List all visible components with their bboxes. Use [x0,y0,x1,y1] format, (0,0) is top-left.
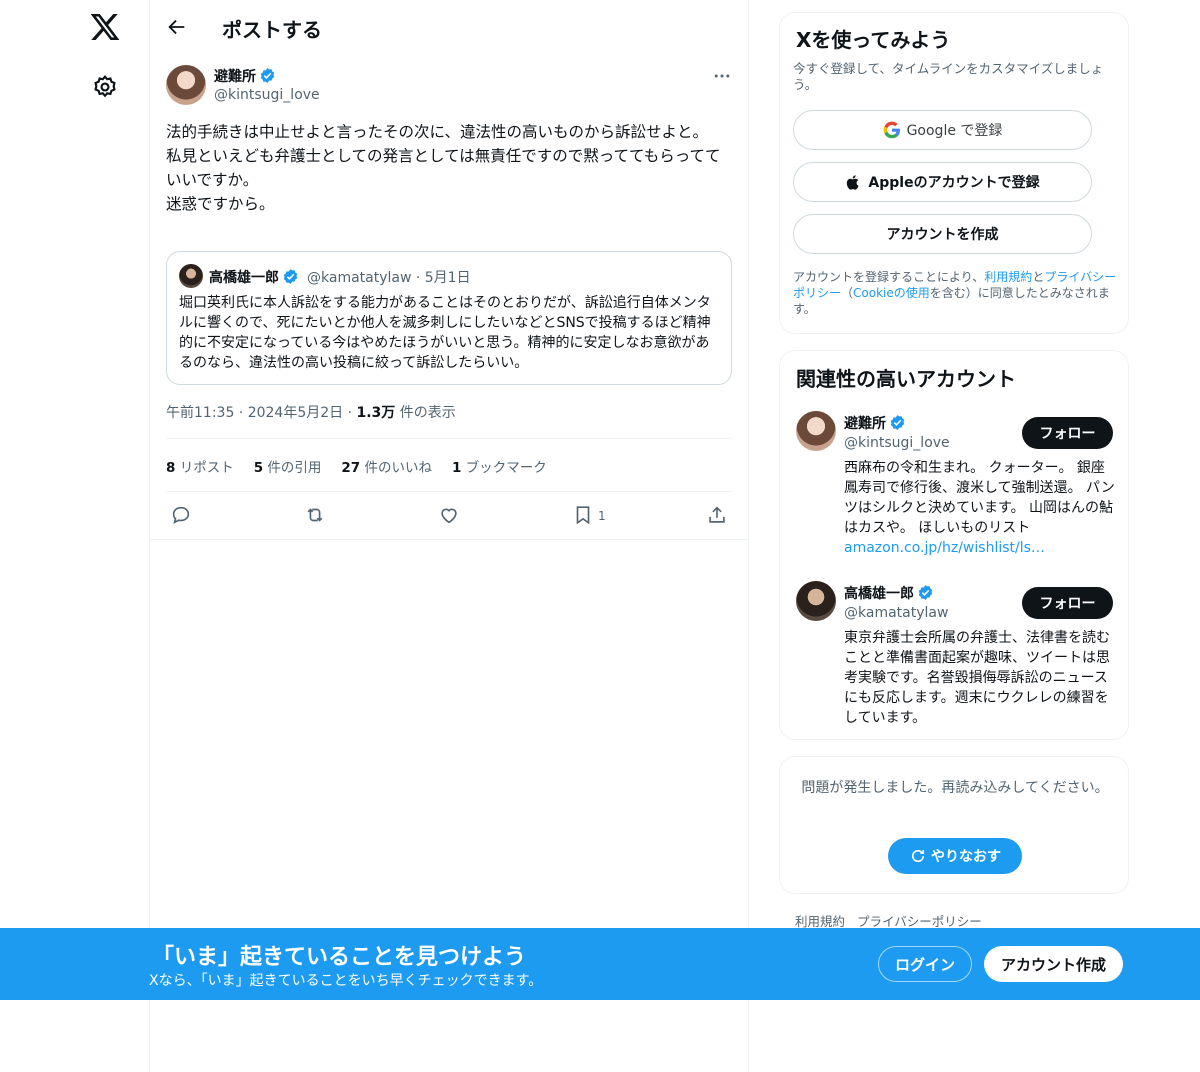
quote-author-name: 高橋雄一郎 [209,267,299,287]
related-accounts-card: 関連性の高いアカウント 避難所 @kintsugi_love フォロー 西麻布の… [779,350,1129,740]
account-handle[interactable]: @kamatatylaw [844,605,948,621]
post-stats: 8 リポスト 5 件の引用 27 件のいいね 1 ブックマーク [166,456,547,476]
account-name[interactable]: 避難所 [844,413,906,433]
cookie-link[interactable]: Cookieの使用 [853,286,930,300]
post-time-date[interactable]: 午前11:35 · 2024年5月2日 · [166,405,357,421]
signup-card: Xを使ってみよう 今すぐ登録して、タイムラインをカスタマイズしましょう。 Goo… [779,12,1129,334]
quoted-post[interactable]: 高橋雄一郎 @kamatatylaw · 5月1日 堀口英利氏に本人訴訟をする能… [166,251,732,385]
error-card: 問題が発生しました。再読み込みしてください。 やりなおす [779,756,1129,894]
create-account-label: アカウントを作成 [886,227,999,243]
divider [166,438,732,439]
signup-title: Xを使ってみよう [796,28,951,52]
follow-button[interactable]: フォロー [1022,417,1113,449]
avatar[interactable] [796,581,836,621]
wishlist-link[interactable]: amazon.co.jp/hz/wishlist/ls… [844,540,1045,556]
quote-avatar [179,264,203,288]
login-banner: 「いま」起きていることを見つけよう Xなら、「いま」起きていることをいち早くチェ… [0,928,1200,1000]
post-text: 法的手続きは中止せよと言ったその次に、違法性の高いものから訴訟せよと。 私見とい… [166,123,721,213]
quote-text: 堀口英利氏に本人訴訟をする能力があることはそのとおりだが、訴訟追行自体メンタルに… [179,295,711,371]
retry-button[interactable]: やりなおす [888,838,1022,874]
bookmark-action-count: 1 [598,509,606,523]
quote-date: · 5月1日 [415,270,471,286]
account-name-text: 避難所 [844,416,886,432]
verified-badge-icon [918,585,933,600]
bookmarks-stat[interactable]: 1 ブックマーク [452,456,547,476]
account-name-text: 高橋雄一郎 [844,586,914,602]
post-author-handle[interactable]: @kintsugi_love [214,87,320,103]
reposts-stat[interactable]: 8 リポスト [166,456,234,476]
like-icon[interactable] [438,504,460,526]
divider [166,491,732,492]
legal-text: アカウントを登録することにより、利用規約とプライバシーポリシー（Cookieの使… [793,269,1119,317]
account-handle[interactable]: @kintsugi_love [844,435,950,451]
likes-count: 27 [341,460,361,476]
x-logo-icon[interactable] [89,11,121,43]
bookmarks-count: 1 [452,460,462,476]
legal-paren: （ [841,286,854,300]
bookmark-icon[interactable] [572,504,594,526]
google-signup-label: Google で登録 [906,123,1003,139]
reposts-count: 8 [166,460,176,476]
left-nav [0,0,150,1072]
apple-signup-button[interactable]: Appleのアカウントで登録 [793,162,1092,202]
verified-badge-icon [890,415,905,430]
create-account-button[interactable]: アカウントを作成 [793,214,1092,254]
top-bar: ポストする [150,0,748,54]
share-icon[interactable] [706,504,728,526]
account-bio-text: 西麻布の令和生まれ。 クォーター。 銀座鳳寿司で修行後、渡米して強制送還。 パン… [844,460,1115,536]
page-title: ポストする [222,18,322,42]
quote-author-name-text: 高橋雄一郎 [209,270,279,286]
reposts-label: リポスト [175,460,234,476]
terms-link[interactable]: 利用規約 [984,270,1032,284]
author-name-text: 避難所 [214,69,256,85]
avatar[interactable] [166,65,206,105]
avatar[interactable] [796,411,836,451]
verified-badge-icon [260,68,275,83]
arrow-left-icon[interactable] [166,16,188,38]
google-signup-button[interactable]: Google で登録 [793,110,1092,150]
quote-handle-text: @kamatatylaw [307,270,412,286]
likes-stat[interactable]: 27 件のいいね [341,456,432,476]
refresh-icon [911,849,925,863]
divider [150,539,748,540]
account-bio: 東京弁護士会所属の弁護士、法律書を読むことと準備書面起案が趣味、ツイートは思考実… [844,630,1110,726]
apple-icon [847,174,859,190]
legal-prefix: アカウントを登録することにより、 [793,270,985,284]
apple-signup-label: Appleのアカウントで登録 [868,175,1040,191]
legal-and: と [1032,270,1045,284]
repost-icon[interactable] [304,504,326,526]
quotes-label: 件の引用 [263,460,322,476]
post-author-name[interactable]: 避難所 [214,66,276,86]
views-count: 1.3万 [356,405,396,421]
banner-title: 「いま」起きていることを見つけよう [152,945,527,970]
verified-badge-icon [283,269,298,284]
quote-author-handle: @kamatatylaw · 5月1日 [307,267,471,287]
retry-label: やりなおす [931,849,1001,865]
more-icon[interactable] [712,66,732,86]
error-message: 問題が発生しました。再読み込みしてください。 [801,780,1109,796]
likes-label: 件のいいね [360,460,432,476]
post-actions: 1 [150,500,748,532]
reply-icon[interactable] [170,504,192,526]
login-button[interactable]: ログイン [878,946,972,982]
signup-subtitle: 今すぐ登録して、タイムラインをカスタマイズしましょう。 [793,61,1104,92]
related-title: 関連性の高いアカウント [796,367,1016,391]
views-label: 件の表示 [395,405,456,421]
bookmarks-label: ブックマーク [461,460,547,476]
gear-icon[interactable] [92,74,118,100]
quotes-count: 5 [253,460,264,476]
account-name[interactable]: 高橋雄一郎 [844,583,934,603]
banner-subtitle: Xなら、「いま」起きていることをいち早くチェックできます。 [149,973,543,989]
google-icon [883,121,900,139]
account-bio: 西麻布の令和生まれ。 クォーター。 銀座鳳寿司で修行後、渡米して強制送還。 パン… [844,458,1118,558]
main-column: ポストする 避難所 @kintsugi_love 法的手続きは中止せよと言ったそ… [150,0,749,1072]
follow-button[interactable]: フォロー [1022,587,1113,619]
post-meta: 午前11:35 · 2024年5月2日 · 1.3万 件の表示 [166,402,456,422]
signup-button[interactable]: アカウント作成 [984,946,1123,982]
quotes-stat[interactable]: 5 件の引用 [254,456,322,476]
